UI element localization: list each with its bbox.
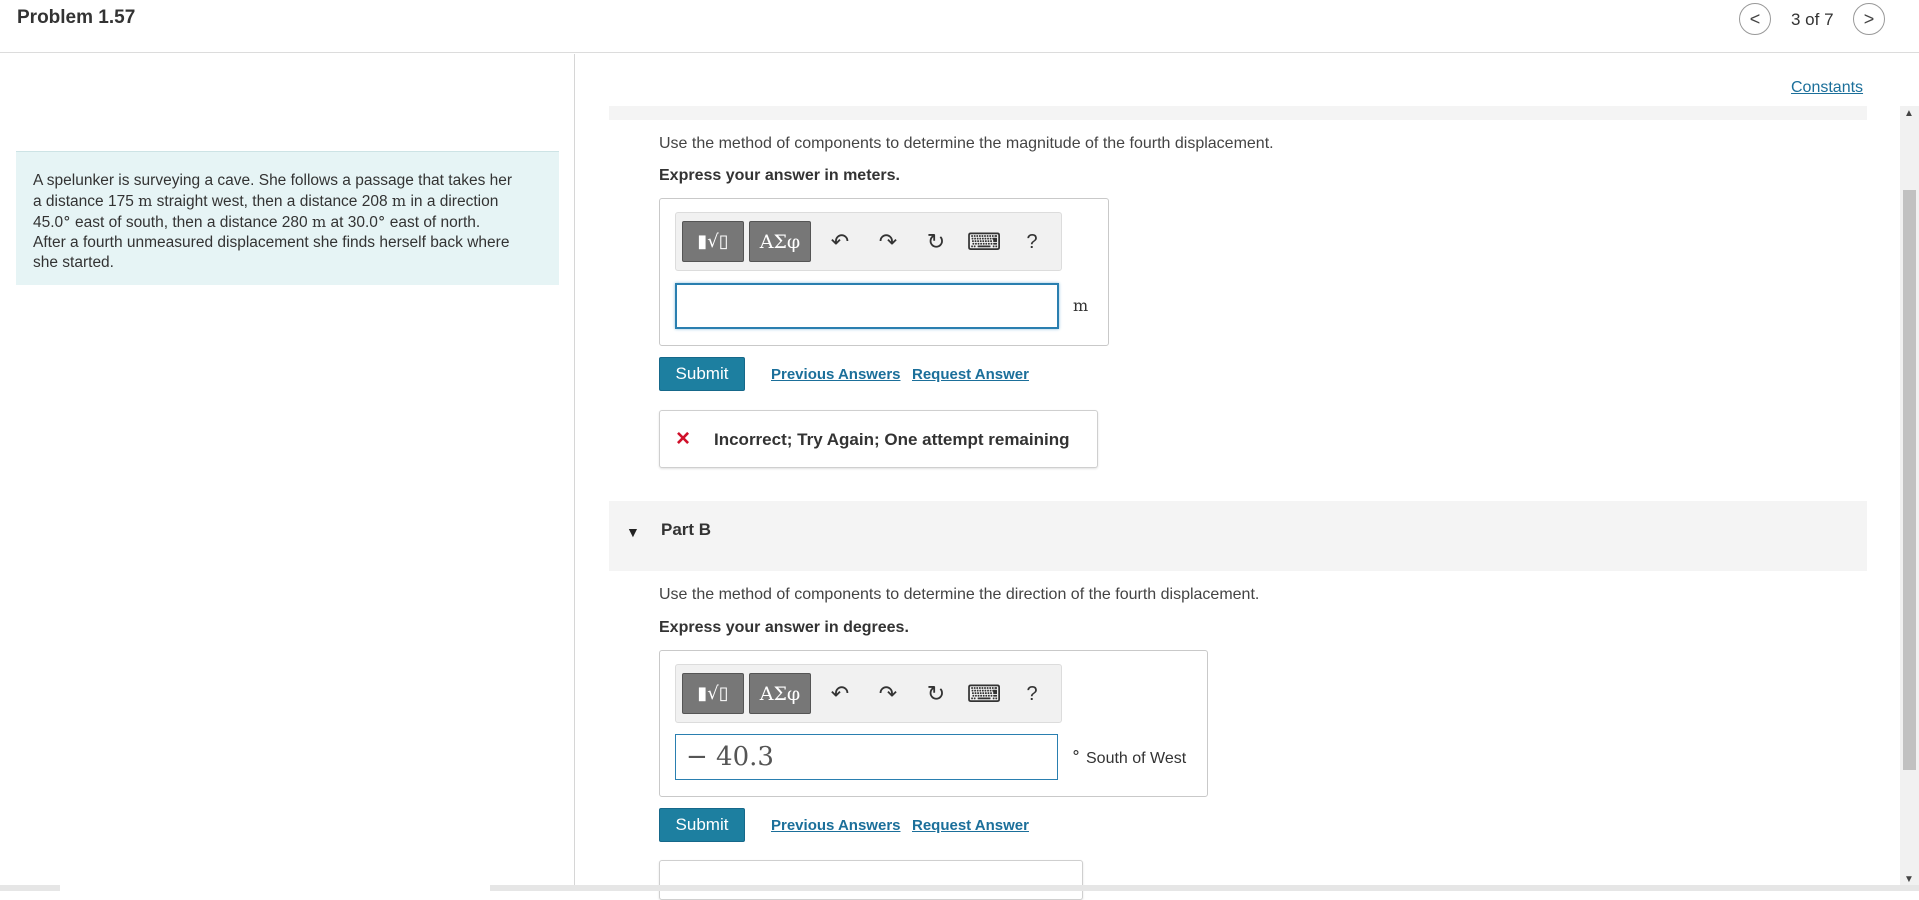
undo-button[interactable]: ↶ bbox=[825, 679, 855, 709]
chevron-left-icon: < bbox=[1749, 8, 1761, 29]
problem-statement: A spelunker is surveying a cave. She fol… bbox=[16, 151, 559, 285]
problem-counter: 3 of 7 bbox=[1791, 10, 1834, 29]
header-bar: Problem 1.57 < 3 of 7 > bbox=[0, 0, 1919, 53]
problem-line-5: she started. bbox=[33, 254, 114, 271]
part-a-unit-label: m bbox=[1073, 296, 1089, 315]
reset-button[interactable]: ↻ bbox=[921, 679, 951, 709]
redo-icon: ↷ bbox=[878, 681, 898, 706]
part-b-feedback-partial bbox=[659, 860, 1083, 900]
keyboard-icon: ⌨ bbox=[966, 228, 1002, 256]
scroll-thumb[interactable] bbox=[1903, 190, 1916, 770]
part-b-label: Part B bbox=[661, 520, 712, 539]
redo-button[interactable]: ↷ bbox=[873, 227, 903, 257]
part-a-submit-button[interactable]: Submit bbox=[659, 357, 745, 391]
part-a-previous-answers-link[interactable]: Previous Answers bbox=[771, 366, 901, 383]
templates-button[interactable]: ▮√▯ bbox=[682, 221, 744, 262]
help-button[interactable]: ? bbox=[1017, 679, 1047, 709]
part-b-express-instruction: Express your answer in degrees. bbox=[659, 619, 909, 636]
part-b-answer-input[interactable]: − 40.3 bbox=[675, 734, 1058, 780]
help-button[interactable]: ? bbox=[1017, 227, 1047, 257]
part-a-express-instruction: Express your answer in meters. bbox=[659, 167, 900, 184]
part-a-header-strip bbox=[609, 106, 1867, 120]
part-b-math-toolbar: ▮√▯ ΑΣφ ↶ ↷ ↻ ⌨ ? bbox=[675, 664, 1062, 723]
problem-panel: A spelunker is surveying a cave. She fol… bbox=[0, 54, 575, 891]
incorrect-x-icon: × bbox=[676, 425, 691, 452]
problem-line-3: 45.0° east of south, then a distance 280… bbox=[33, 213, 481, 231]
previous-problem-button[interactable]: < bbox=[1739, 3, 1771, 35]
part-a-answer-input[interactable] bbox=[675, 283, 1059, 329]
part-a-feedback: × Incorrect; Try Again; One attempt rema… bbox=[659, 410, 1098, 468]
constants-link[interactable]: Constants bbox=[1791, 79, 1863, 97]
scroll-up-icon[interactable]: ▲ bbox=[1904, 108, 1914, 119]
greek-icon: ΑΣφ bbox=[759, 682, 801, 705]
greek-icon: ΑΣφ bbox=[759, 230, 801, 253]
scroll-down-icon[interactable]: ▼ bbox=[1904, 874, 1914, 885]
greek-symbols-button[interactable]: ΑΣφ bbox=[749, 673, 811, 714]
keyboard-button[interactable]: ⌨ bbox=[966, 227, 1002, 257]
templates-icon: ▮√▯ bbox=[697, 683, 729, 704]
horizontal-scrollbar[interactable] bbox=[0, 885, 1919, 891]
part-b-submit-button[interactable]: Submit bbox=[659, 808, 745, 842]
part-b-request-answer-link[interactable]: Request Answer bbox=[912, 817, 1029, 834]
part-a-answer-box: ▮√▯ ΑΣφ ↶ ↷ ↻ ⌨ ? m bbox=[659, 198, 1109, 346]
undo-icon: ↶ bbox=[830, 681, 850, 706]
redo-icon: ↷ bbox=[878, 229, 898, 254]
keyboard-button[interactable]: ⌨ bbox=[966, 679, 1002, 709]
part-b-degree-symbol: ° bbox=[1072, 747, 1080, 766]
vertical-scrollbar[interactable]: ▲ ▼ bbox=[1900, 106, 1919, 891]
greek-symbols-button[interactable]: ΑΣφ bbox=[749, 221, 811, 262]
part-a-feedback-text: Incorrect; Try Again; One attempt remain… bbox=[714, 430, 1070, 449]
collapse-caret-icon[interactable]: ▼ bbox=[626, 524, 640, 540]
part-b-header[interactable]: ▼ Part B bbox=[609, 501, 1867, 571]
part-b-unit-label: South of West bbox=[1086, 750, 1187, 767]
templates-button[interactable]: ▮√▯ bbox=[682, 673, 744, 714]
help-icon: ? bbox=[1026, 230, 1038, 253]
problem-line-2: a distance 175 m straight west, then a d… bbox=[33, 192, 499, 210]
undo-icon: ↶ bbox=[830, 229, 850, 254]
redo-button[interactable]: ↷ bbox=[873, 679, 903, 709]
problem-line-1: A spelunker is surveying a cave. She fol… bbox=[33, 172, 513, 189]
part-b-prompt: Use the method of components to determin… bbox=[659, 586, 1260, 603]
part-a-request-answer-link[interactable]: Request Answer bbox=[912, 366, 1029, 383]
templates-icon: ▮√▯ bbox=[697, 231, 729, 252]
chevron-right-icon: > bbox=[1863, 8, 1875, 29]
reset-button[interactable]: ↻ bbox=[921, 227, 951, 257]
part-b-answer-box: ▮√▯ ΑΣφ ↶ ↷ ↻ ⌨ ? − 40.3 ° South of West bbox=[659, 650, 1208, 797]
next-problem-button[interactable]: > bbox=[1853, 3, 1885, 35]
problem-line-4: After a fourth unmeasured displacement s… bbox=[33, 234, 510, 251]
reset-icon: ↻ bbox=[926, 681, 946, 706]
part-a-prompt: Use the method of components to determin… bbox=[659, 135, 1274, 152]
part-b-previous-answers-link[interactable]: Previous Answers bbox=[771, 817, 901, 834]
undo-button[interactable]: ↶ bbox=[825, 227, 855, 257]
page-title: Problem 1.57 bbox=[17, 7, 136, 28]
reset-icon: ↻ bbox=[926, 229, 946, 254]
help-icon: ? bbox=[1026, 682, 1038, 705]
horizontal-scroll-thumb[interactable] bbox=[60, 885, 490, 891]
part-a-math-toolbar: ▮√▯ ΑΣφ ↶ ↷ ↻ ⌨ ? bbox=[675, 212, 1062, 271]
keyboard-icon: ⌨ bbox=[966, 680, 1002, 708]
